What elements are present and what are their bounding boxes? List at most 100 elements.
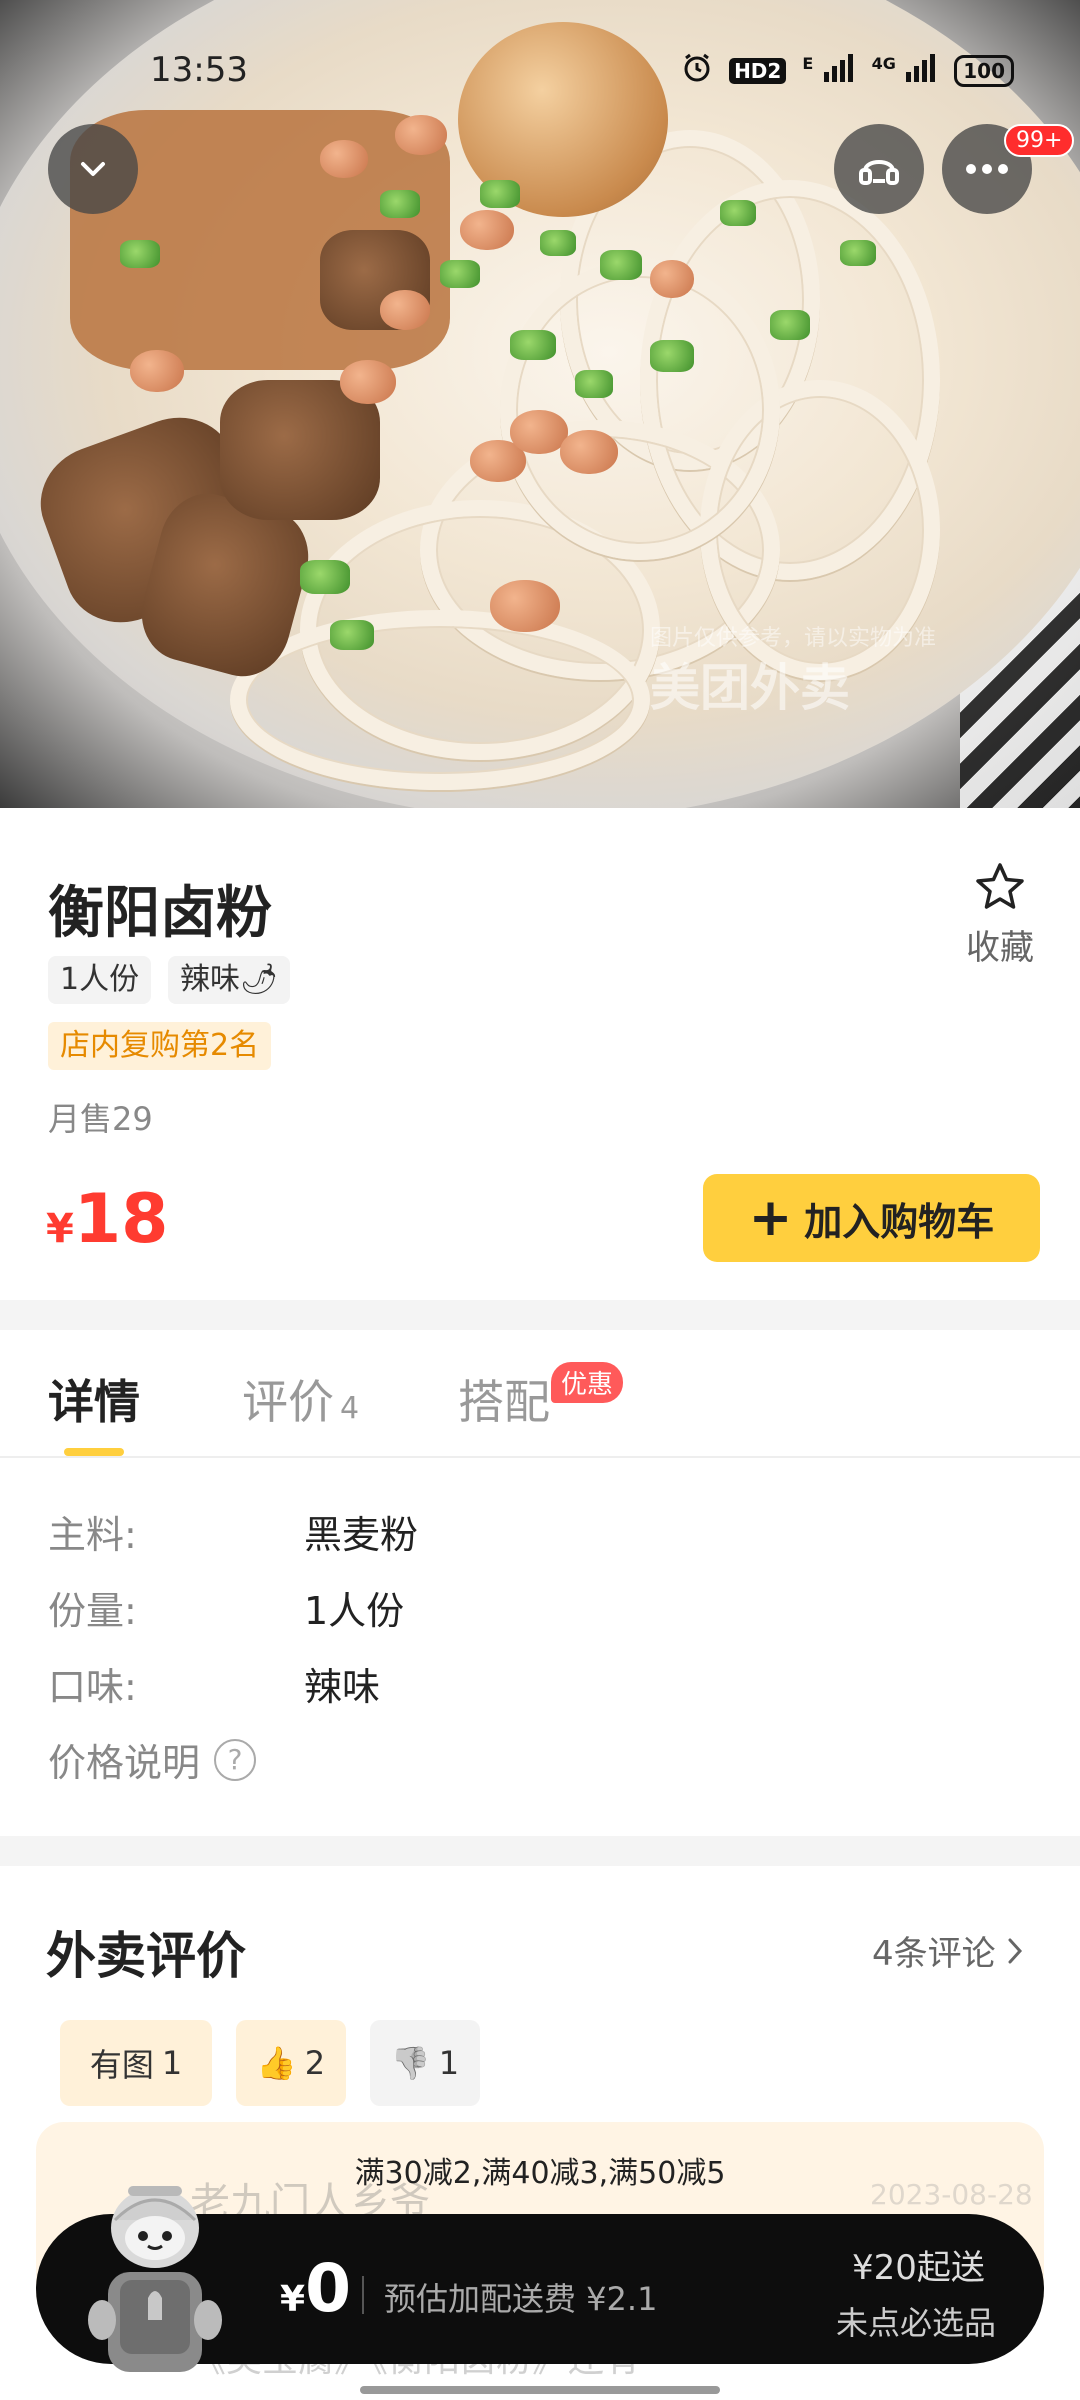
favorite-label: 收藏 [966,928,1034,968]
customer-service-button[interactable] [834,124,924,214]
plus-icon: + [748,1188,793,1248]
signal-e-label: E [802,54,814,73]
cart-divider [362,2276,364,2314]
hd-badge: HD2 [729,58,787,84]
home-indicator[interactable] [360,2386,720,2394]
peanut [130,350,184,392]
active-tab-indicator [64,1448,124,1456]
peanut [460,210,514,250]
product-title: 衡阳卤粉 [48,881,272,946]
hero-watermark: 美团外卖 [650,659,850,717]
section-divider [0,1836,1080,1866]
peanut [380,290,430,330]
scallion [380,190,420,218]
star-icon [976,863,1024,909]
detail-row-main-ingredient: 主料: 黑麦粉 [48,1504,418,1559]
chevron-right-icon [1008,1938,1022,1963]
noodle [230,610,650,790]
more-dots-icon [966,164,1008,174]
scallion [330,620,374,650]
peanut [490,580,560,632]
detail-value: 黑麦粉 [304,1513,419,1557]
thumbs-up-icon: 👍 [256,2044,297,2082]
price-currency: ¥ [46,1206,74,1252]
scallion [770,310,810,340]
cart-amount: 0 [305,2250,351,2327]
peanut [395,115,447,155]
tab-reviews[interactable]: 评价 4 [242,1366,359,1432]
notification-badge: 99+ [1004,124,1075,157]
scallion [120,240,160,268]
price-note-label: 价格说明 [48,1741,201,1785]
detail-key: 份量: [48,1589,137,1633]
portion-tag: 1人份 [48,956,152,1004]
reviews-count-link[interactable]: 4条评论 [872,1926,1024,1975]
filter-count: 1 [438,2044,460,2082]
alarm-icon [681,52,713,90]
product-price: ¥18 [46,1180,168,1259]
reviews-count-label: 4条评论 [872,1934,996,1974]
add-to-cart-label: 加入购物车 [804,1199,995,1244]
detail-row-flavor: 口味: 辣味 [48,1656,380,1711]
favorite-button[interactable]: 收藏 [960,860,1040,969]
minimum-order: ¥20起送 [852,2248,985,2288]
product-hero-image: 图片仅供参考，请以实物为准 美团外卖 [0,0,1080,808]
delivery-fee: 预估加配送费 ¥2.1 [384,2280,658,2318]
flavor-tag: 辣味🌶 [168,956,291,1004]
peanut [340,360,396,404]
filter-count: 2 [304,2044,326,2082]
tab-pairings[interactable]: 搭配 [458,1366,550,1432]
cart-mascot-icon[interactable] [80,2180,230,2390]
cart-total: ¥0 [280,2250,351,2327]
filter-with-photos[interactable]: 有图 1 [60,2020,212,2106]
scallion [840,240,876,266]
section-divider [0,1300,1080,1330]
scallion [480,180,520,208]
help-icon[interactable]: ? [214,1738,257,1781]
battery-indicator: 100 [954,55,1014,87]
customer-service-icon [859,160,899,185]
signal-e: E [802,54,855,88]
tab-reviews-count: 4 [340,1391,360,1426]
filter-thumbs-up[interactable]: 👍 2 [236,2020,346,2106]
monthly-sales: 月售29 [48,1100,153,1138]
reviews-title: 外卖评价 [46,1927,246,1985]
scallion [540,230,576,256]
repurchase-rank-tag: 店内复购第2名 [48,1022,272,1070]
detail-value: 1人份 [304,1589,405,1633]
filter-label: 有图 [89,2046,154,2084]
promo-badge: 优惠 [551,1362,624,1403]
collapse-button[interactable] [48,124,138,214]
add-to-cart-button[interactable]: + 加入购物车 [703,1174,1040,1262]
peanut [560,430,618,474]
detail-value: 辣味 [304,1665,381,1709]
detail-row-portion: 份量: 1人份 [48,1580,404,1635]
scallion [600,250,642,280]
tab-reviews-label: 评价 [242,1375,334,1429]
scallion [650,340,694,372]
scallion [575,370,613,398]
cart-currency: ¥ [280,2279,306,2320]
scallion [440,260,480,288]
tab-details-label: 详情 [48,1375,140,1429]
scallion [720,200,756,226]
thumbs-down-icon: 👎 [390,2044,431,2082]
status-icons: HD2 E 4G 100 [681,52,1014,90]
peanut [650,260,694,298]
price-value: 18 [73,1180,169,1259]
price-note-row[interactable]: 价格说明 ? [48,1732,257,1787]
detail-key: 主料: [48,1513,137,1557]
tab-pairings-label: 搭配 [458,1375,550,1429]
chevron-down-icon [81,162,105,176]
filter-thumbs-down[interactable]: 👎 1 [370,2020,480,2106]
peanut [320,140,368,178]
scallion [510,330,556,360]
filter-count: 1 [161,2044,183,2082]
detail-tabs: 详情 评价 4 搭配 [0,1330,1080,1458]
scallion [300,560,350,594]
detail-key: 口味: [48,1665,137,1709]
required-item-notice: 未点必选品 [836,2304,997,2342]
status-time: 13:53 [150,50,248,90]
signal-4g: 4G [872,54,939,88]
tab-details[interactable]: 详情 [48,1366,140,1432]
